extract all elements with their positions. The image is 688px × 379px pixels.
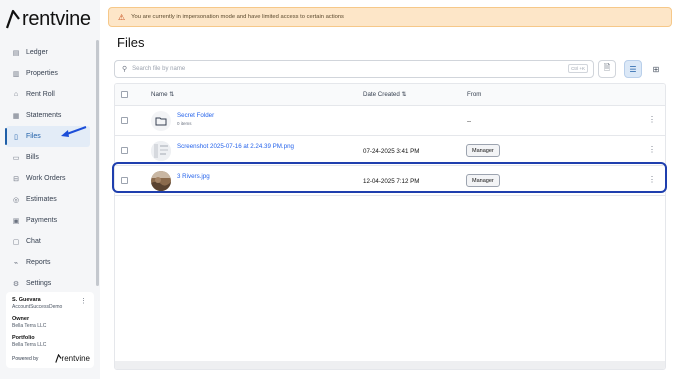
annotation-arrow-icon <box>61 126 87 137</box>
sidebar-item-estimates[interactable]: ◎ Estimates <box>6 189 90 210</box>
powered-by-brand: rentvine <box>61 354 90 363</box>
banner-text: You are currently in impersonation mode … <box>131 14 344 20</box>
sidebar-item-settings[interactable]: ⚙ Settings <box>6 273 90 294</box>
sidebar-item-label: Rent Roll <box>26 91 55 98</box>
warning-icon: ⚠ <box>118 12 126 22</box>
folder-icon <box>151 111 171 131</box>
sidebar-item-statements[interactable]: ▦ Statements <box>6 105 90 126</box>
sidebar-nav: ▤ Ledger ▥ Properties ⌂ Rent Roll ▦ Statemen… <box>5 42 90 294</box>
rentvine-mark-icon <box>6 9 20 29</box>
sidebar-item-work-orders[interactable]: ⊟ Work Orders <box>6 168 90 189</box>
add-file-icon: 🗎 <box>603 63 611 72</box>
files-icon: ▯ <box>14 133 18 141</box>
brand-name: rentvine <box>22 8 91 30</box>
grid-view-button[interactable]: ⊞ <box>647 60 665 78</box>
page-title: Files <box>117 35 145 50</box>
work-orders-icon: ⊟ <box>13 175 19 183</box>
rentvine-logo[interactable]: rentvine <box>6 8 91 30</box>
sidebar-item-reports[interactable]: ⌁ Reports <box>6 252 90 273</box>
user-card[interactable]: S. Guevara AccountSuccessDemo ⋮ Owner Be… <box>6 292 94 368</box>
screenshot-thumbnail <box>151 141 171 161</box>
user-account: AccountSuccessDemo <box>12 304 63 310</box>
file-name-link[interactable]: Secret Folder <box>177 112 214 119</box>
sidebar: rentvine ▤ Ledger ▥ Properties ⌂ Rent Roll … <box>0 0 100 379</box>
search-input[interactable]: ⚲ Search file by name Ctrl +K <box>114 60 594 78</box>
sidebar-item-label: Ledger <box>26 49 48 56</box>
column-date-label: Date Created <box>363 91 400 98</box>
file-subtext: 0 items <box>177 121 192 126</box>
powered-by-logo: rentvine <box>54 354 90 363</box>
row-actions-kebab-icon[interactable]: ⋮ <box>648 146 656 154</box>
sidebar-item-label: Work Orders <box>26 175 66 182</box>
bills-icon: ▭ <box>12 154 20 162</box>
column-name-label: Name <box>151 91 168 98</box>
select-all-checkbox[interactable] <box>121 91 128 98</box>
search-icon: ⚲ <box>122 66 128 73</box>
column-header-date[interactable]: Date Created ⇅ <box>363 91 407 98</box>
grid-view-icon: ⊞ <box>652 64 660 74</box>
chat-icon: ▢ <box>12 238 20 246</box>
sidebar-item-label: Bills <box>26 154 39 161</box>
table-header: Name ⇅ Date Created ⇅ From <box>115 84 665 106</box>
estimates-icon: ◎ <box>12 196 20 204</box>
row-checkbox[interactable] <box>121 117 128 124</box>
powered-by-label: Powered by <box>12 355 39 362</box>
list-view-button[interactable]: ☰ <box>624 60 642 78</box>
sort-icon: ⇅ <box>169 91 175 98</box>
payments-icon: ▣ <box>12 217 20 225</box>
table-row[interactable]: Secret Folder 0 items -- ⋮ <box>115 106 665 136</box>
row-actions-kebab-icon[interactable]: ⋮ <box>648 116 656 124</box>
user-name: S. Guevara <box>12 297 41 303</box>
row-highlight-annotation <box>112 162 667 193</box>
statements-icon: ▦ <box>12 112 20 120</box>
sort-icon: ⇅ <box>401 91 407 98</box>
sidebar-item-payments[interactable]: ▣ Payments <box>6 210 90 231</box>
settings-icon: ⚙ <box>12 280 20 288</box>
file-name-link[interactable]: Screenshot 2025-07-16 at 2.24.39 PM.png <box>177 143 294 150</box>
search-shortcut-hint: Ctrl +K <box>568 64 588 73</box>
upload-file-button[interactable]: 🗎 <box>598 60 616 78</box>
ledger-icon: ▤ <box>12 49 20 57</box>
powered-by: Powered by rentvine <box>12 354 90 363</box>
sidebar-item-ledger[interactable]: ▤ Ledger <box>6 42 90 63</box>
sidebar-item-label: Estimates <box>26 196 57 203</box>
column-header-from: From <box>467 91 482 98</box>
file-date: 07-24-2025 3:41 PM <box>363 148 420 155</box>
files-table: Name ⇅ Date Created ⇅ From Secret Folder… <box>114 83 666 370</box>
sidebar-item-chat[interactable]: ▢ Chat <box>6 231 90 252</box>
sidebar-item-label: Statements <box>26 112 62 119</box>
sidebar-item-bills[interactable]: ▭ Bills <box>6 147 90 168</box>
rentvine-small-mark-icon <box>54 354 62 363</box>
properties-icon: ▥ <box>12 70 20 78</box>
user-menu-kebab-icon[interactable]: ⋮ <box>80 297 87 305</box>
portfolio-value: Bella Terra LLC <box>12 342 47 348</box>
owner-label: Owner <box>12 316 30 322</box>
search-placeholder: Search file by name <box>132 66 186 72</box>
sidebar-item-properties[interactable]: ▥ Properties <box>6 63 90 84</box>
file-from: -- <box>467 118 472 125</box>
rent-roll-icon: ⌂ <box>13 91 19 98</box>
owner-value: Bella Terra LLC <box>12 323 47 329</box>
list-view-icon: ☰ <box>629 64 637 74</box>
sidebar-item-label: Reports <box>26 259 51 266</box>
from-badge: Manager <box>466 144 500 157</box>
sidebar-scrollbar[interactable] <box>96 40 99 286</box>
sidebar-item-label: Properties <box>26 70 58 77</box>
sidebar-item-label: Settings <box>26 280 52 287</box>
sidebar-item-label: Files <box>26 133 41 140</box>
table-horizontal-scrollbar[interactable] <box>115 361 665 369</box>
sidebar-item-rent-roll[interactable]: ⌂ Rent Roll <box>6 84 90 105</box>
reports-icon: ⌁ <box>13 259 19 267</box>
portfolio-label: Portfolio <box>12 335 35 341</box>
column-header-name[interactable]: Name ⇅ <box>151 91 174 98</box>
sidebar-item-label: Payments <box>26 217 58 224</box>
row-checkbox[interactable] <box>121 147 128 154</box>
impersonation-banner: ⚠ You are currently in impersonation mod… <box>108 7 672 27</box>
sidebar-item-label: Chat <box>26 238 41 245</box>
